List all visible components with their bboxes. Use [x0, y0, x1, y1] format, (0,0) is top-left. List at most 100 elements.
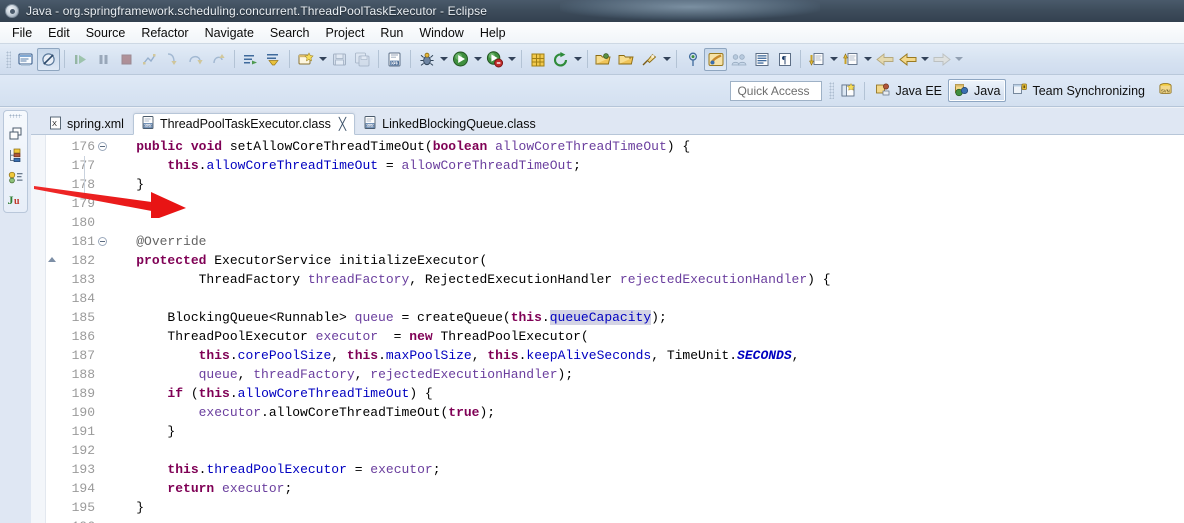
- code-line[interactable]: public void setAllowCoreThreadTimeOut(bo…: [98, 137, 1184, 156]
- open-task-icon[interactable]: [592, 48, 615, 71]
- code-line[interactable]: BlockingQueue<Runnable> queue = createQu…: [98, 308, 1184, 327]
- drop-to-frame-icon[interactable]: [239, 48, 262, 71]
- menu-file[interactable]: File: [4, 24, 40, 42]
- code-line[interactable]: queue, threadFactory, rejectedExecutionH…: [98, 365, 1184, 384]
- line-number: 182: [46, 251, 98, 270]
- editor-tab-spring-xml[interactable]: X spring.xml: [41, 113, 133, 135]
- run-dropdown-icon[interactable]: [472, 48, 483, 71]
- menu-project[interactable]: Project: [318, 24, 373, 42]
- next-annotation-dropdown-icon[interactable]: [828, 48, 839, 71]
- perspective-team-synchronizing[interactable]: Team Synchronizing: [1006, 79, 1151, 102]
- forward-dropdown-icon[interactable]: [953, 48, 964, 71]
- close-icon[interactable]: ╳: [339, 118, 346, 130]
- debug-dropdown-icon[interactable]: [438, 48, 449, 71]
- step-into-icon[interactable]: [161, 48, 184, 71]
- step-over-icon[interactable]: [184, 48, 207, 71]
- open-perspective-icon[interactable]: [837, 79, 860, 102]
- resume-icon[interactable]: [69, 48, 92, 71]
- perspective-label: Java: [974, 83, 1001, 98]
- menu-help[interactable]: Help: [472, 24, 514, 42]
- perspective-bar-grip[interactable]: [829, 82, 835, 99]
- menu-run[interactable]: Run: [372, 24, 411, 42]
- menu-refactor[interactable]: Refactor: [133, 24, 196, 42]
- source-viewer[interactable]: 176177178 179 180181182 183 184 185 186 187 188 1…: [31, 134, 1184, 523]
- forward-icon[interactable]: [930, 48, 953, 71]
- save-icon[interactable]: [328, 48, 351, 71]
- menu-window[interactable]: Window: [411, 24, 471, 42]
- search-icon[interactable]: [638, 48, 661, 71]
- code-line[interactable]: [98, 441, 1184, 460]
- perspective-java-ee[interactable]: Java EE: [869, 79, 948, 102]
- open-type-icon[interactable]: 010: [383, 48, 406, 71]
- junit-icon[interactable]: J u: [7, 191, 24, 207]
- terminate-icon[interactable]: [115, 48, 138, 71]
- skip-all-breakpoints-icon[interactable]: [37, 47, 60, 71]
- run-icon[interactable]: [449, 48, 472, 71]
- menu-source[interactable]: Source: [78, 24, 134, 42]
- code-line[interactable]: @Override: [98, 232, 1184, 251]
- menu-navigate[interactable]: Navigate: [197, 24, 262, 42]
- code-line[interactable]: [98, 194, 1184, 213]
- code-line[interactable]: }: [98, 175, 1184, 194]
- editor-tab-threadpooltaskexecutor[interactable]: 010 ThreadPoolTaskExecutor.class ╳: [132, 113, 356, 136]
- next-annotation-icon[interactable]: [805, 48, 828, 71]
- coverage-dropdown-icon[interactable]: [506, 48, 517, 71]
- fast-view-grip[interactable]: [9, 114, 22, 118]
- new-wizard-dropdown-icon[interactable]: [317, 48, 328, 71]
- type-hierarchy-icon[interactable]: [7, 147, 24, 163]
- code-line[interactable]: this.allowCoreThreadTimeOut = allowCoreT…: [98, 156, 1184, 175]
- code-line[interactable]: executor.allowCoreThreadTimeOut(true);: [98, 403, 1184, 422]
- back-history-icon[interactable]: [873, 48, 896, 71]
- new-java-class-icon[interactable]: [14, 48, 37, 71]
- new-wizard-icon[interactable]: [294, 48, 317, 71]
- use-step-filters-icon[interactable]: [262, 48, 285, 71]
- pin-icon[interactable]: [681, 48, 704, 71]
- code-line[interactable]: [98, 289, 1184, 308]
- previous-annotation-dropdown-icon[interactable]: [862, 48, 873, 71]
- java-perspective-toolbar-icon[interactable]: [704, 47, 727, 71]
- step-return-icon[interactable]: [207, 48, 230, 71]
- back-icon[interactable]: [896, 48, 919, 71]
- code-line[interactable]: if (this.allowCoreThreadTimeOut) {: [98, 384, 1184, 403]
- menu-search[interactable]: Search: [262, 24, 318, 42]
- code-line[interactable]: [98, 517, 1184, 523]
- disconnect-icon[interactable]: [138, 48, 161, 71]
- code-line[interactable]: ThreadPoolExecutor executor = new Thread…: [98, 327, 1184, 346]
- perspective-java[interactable]: Java: [948, 79, 1007, 102]
- fold-range-indicator: [84, 156, 85, 197]
- code-line[interactable]: protected ExecutorService initializeExec…: [98, 251, 1184, 270]
- save-all-icon[interactable]: [351, 48, 374, 71]
- code-line[interactable]: [98, 213, 1184, 232]
- open-resource-icon[interactable]: [615, 48, 638, 71]
- quick-access-input[interactable]: Quick Access: [730, 80, 823, 101]
- code-line[interactable]: }: [98, 422, 1184, 441]
- code-line[interactable]: return executor;: [98, 479, 1184, 498]
- menu-edit[interactable]: Edit: [40, 24, 78, 42]
- team-icon[interactable]: [727, 48, 750, 71]
- code-token: .: [378, 348, 386, 364]
- toolbar-separator: [800, 50, 801, 68]
- code-line[interactable]: ThreadFactory threadFactory, RejectedExe…: [98, 270, 1184, 289]
- previous-annotation-icon[interactable]: [839, 48, 862, 71]
- code-line[interactable]: this.threadPoolExecutor = executor;: [98, 460, 1184, 479]
- external-tools-dropdown-icon[interactable]: [572, 48, 583, 71]
- pilcrow-icon[interactable]: ¶: [773, 48, 796, 71]
- external-tools-icon[interactable]: [549, 48, 572, 71]
- package-explorer-icon[interactable]: [7, 125, 24, 141]
- suspend-icon[interactable]: [92, 48, 115, 71]
- editor-tab-linkedblockingqueue[interactable]: 010 LinkedBlockingQueue.class: [355, 113, 545, 135]
- team-sync-perspective-icon: [1012, 82, 1028, 100]
- marker-ruler[interactable]: [31, 135, 46, 523]
- coverage-icon[interactable]: [483, 48, 506, 71]
- code-text[interactable]: public void setAllowCoreThreadTimeOut(bo…: [98, 135, 1184, 523]
- perspective-svn-repository[interactable]: SVN: [1151, 79, 1184, 102]
- code-line[interactable]: }: [98, 498, 1184, 517]
- outline-icon[interactable]: [750, 48, 773, 71]
- outline-icon[interactable]: [7, 169, 24, 185]
- search-dropdown-icon[interactable]: [661, 48, 672, 71]
- debug-icon[interactable]: [415, 48, 438, 71]
- toolbar-grip[interactable]: [6, 50, 11, 68]
- code-line[interactable]: this.corePoolSize, this.maxPoolSize, thi…: [98, 346, 1184, 365]
- back-dropdown-icon[interactable]: [919, 48, 930, 71]
- new-package-icon[interactable]: [526, 48, 549, 71]
